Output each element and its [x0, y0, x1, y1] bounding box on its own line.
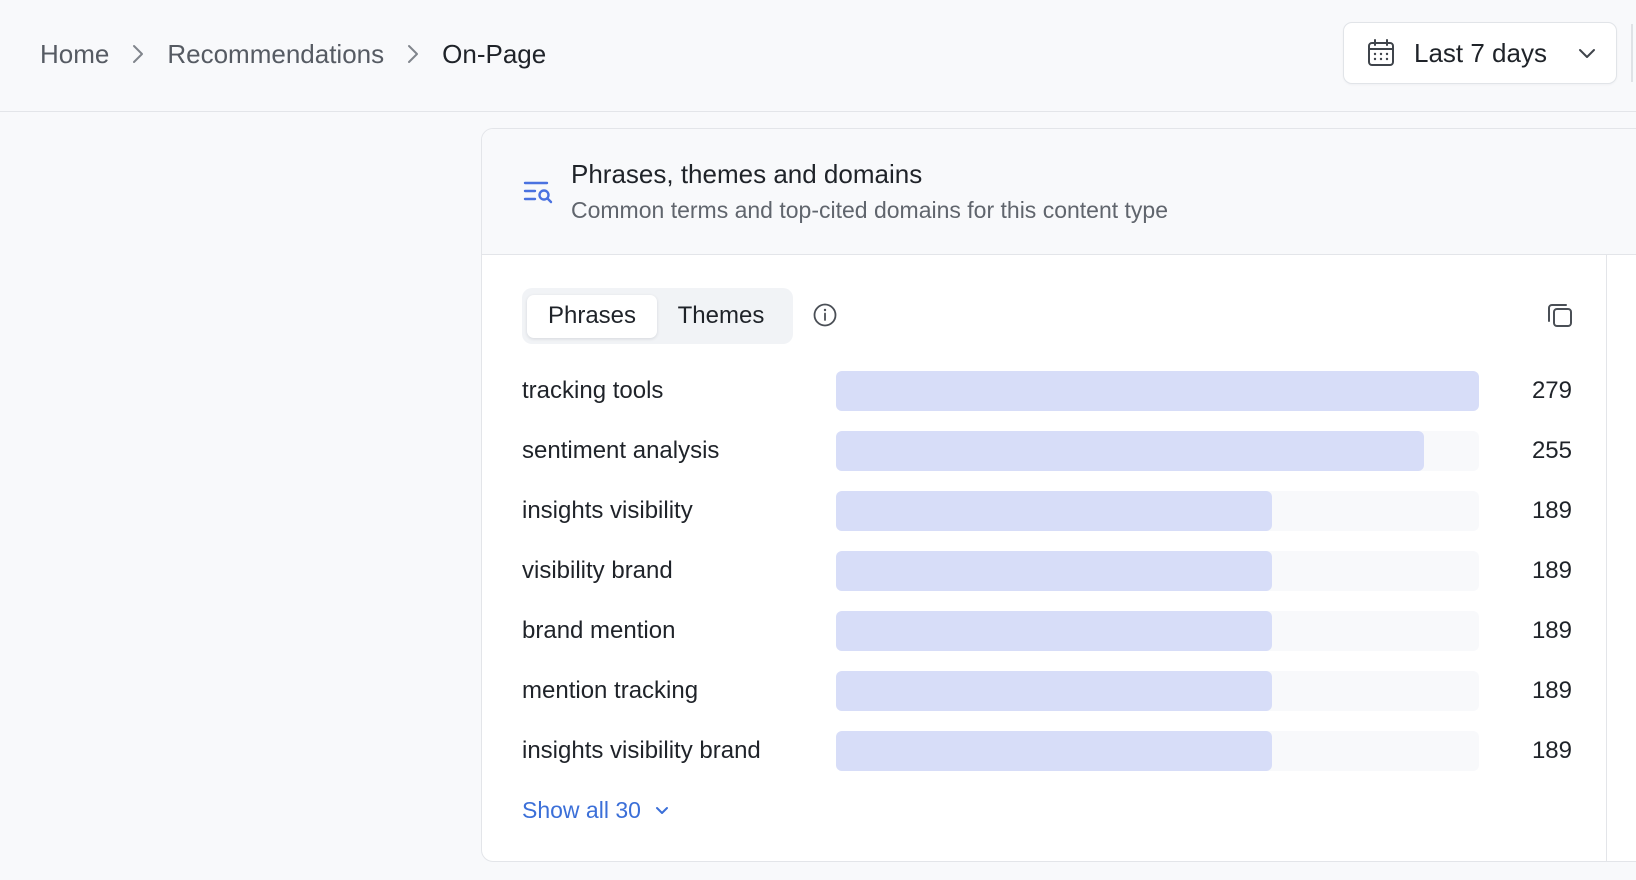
card-inner-divider	[1606, 255, 1607, 861]
date-range-label: Last 7 days	[1414, 37, 1547, 68]
phrase-bar-track	[836, 551, 1479, 591]
phrase-bar-chart: tracking tools 279 sentiment analysis 255 in…	[522, 371, 1572, 791]
tab-themes[interactable]: Themes	[657, 295, 785, 338]
breadcrumb: Home Recommendations On-Page	[40, 34, 546, 74]
info-icon[interactable]	[812, 302, 838, 328]
phrase-count: 189	[1531, 677, 1572, 704]
phrase-row: visibility brand 189	[522, 551, 1572, 611]
phrase-label: visibility brand	[522, 557, 673, 584]
phrase-row: brand mention 189	[522, 611, 1572, 671]
phrase-count: 189	[1531, 557, 1572, 584]
phrase-label: sentiment analysis	[522, 437, 720, 464]
tab-phrases[interactable]: Phrases	[527, 294, 657, 338]
phrase-row: tracking tools 279	[522, 371, 1572, 431]
phrase-bar-track	[836, 371, 1479, 411]
date-range-dropdown[interactable]: Last 7 days	[1343, 22, 1617, 84]
phrases-themes-domains-card: Phrases, themes and domains Common terms…	[481, 128, 1636, 862]
calendar-icon	[1366, 38, 1396, 68]
card-header: Phrases, themes and domains Common terms…	[482, 129, 1636, 255]
phrase-label: insights visibility brand	[522, 737, 761, 764]
show-all-label: Show all 30	[522, 796, 641, 823]
phrases-themes-toggle: Phrases Themes	[522, 288, 793, 344]
phrase-bar	[836, 551, 1272, 591]
breadcrumb-home-link[interactable]: Home	[40, 39, 109, 70]
phrase-label: insights visibility	[522, 497, 693, 524]
phrase-bar-track	[836, 491, 1479, 531]
top-bar: Home Recommendations On-Page Last 7 days	[0, 0, 1636, 112]
phrase-row: insights visibility 189	[522, 491, 1572, 551]
phrase-bar	[836, 371, 1479, 411]
phrase-count: 189	[1531, 737, 1572, 764]
copy-icon[interactable]	[1545, 300, 1575, 330]
phrase-label: mention tracking	[522, 677, 699, 704]
chevron-down-icon	[1576, 42, 1598, 64]
phrase-bar	[836, 671, 1272, 711]
phrase-bar-track	[836, 431, 1479, 471]
phrase-label: tracking tools	[522, 377, 664, 404]
card-subtitle: Common terms and top-cited domains for t…	[571, 197, 1169, 223]
chevron-right-icon	[406, 43, 420, 65]
phrase-bar-track	[836, 611, 1479, 651]
phrase-row: sentiment analysis 255	[522, 431, 1572, 491]
phrase-bar	[836, 731, 1272, 771]
phrase-count: 189	[1531, 617, 1572, 644]
card-title: Phrases, themes and domains	[571, 159, 923, 189]
phrase-count: 279	[1531, 377, 1572, 404]
phrase-bar	[836, 491, 1272, 531]
phrase-bar	[836, 431, 1424, 471]
phrase-bar-track	[836, 731, 1479, 771]
chevron-down-icon	[653, 801, 671, 819]
phrase-row: insights visibility brand 189	[522, 731, 1572, 791]
show-all-link[interactable]: Show all 30	[522, 793, 671, 827]
phrase-label: brand mention	[522, 617, 676, 644]
phrase-row: mention tracking 189	[522, 671, 1572, 731]
breadcrumb-recommendations-link[interactable]: Recommendations	[167, 39, 384, 70]
phrase-count: 255	[1531, 437, 1572, 464]
breadcrumb-current-page: On-Page	[442, 38, 547, 69]
phrase-count: 189	[1531, 497, 1572, 524]
phrase-bar-track	[836, 671, 1479, 711]
chevron-right-icon	[131, 43, 145, 65]
list-search-icon	[522, 177, 554, 209]
toolbar-edge-divider	[1631, 24, 1636, 82]
phrase-bar	[836, 611, 1272, 651]
